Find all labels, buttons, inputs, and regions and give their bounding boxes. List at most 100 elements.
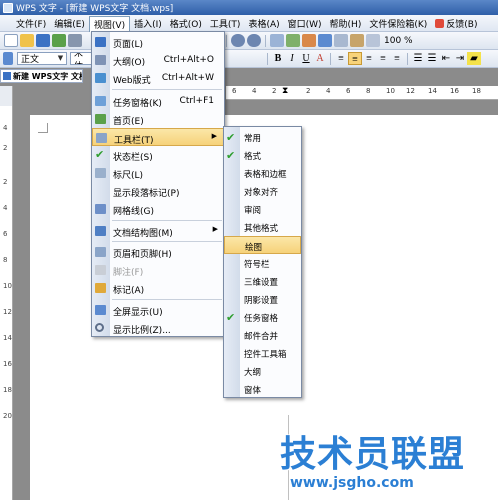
toolbar-option-other-formats[interactable]: 其他格式: [224, 218, 301, 236]
menu-view[interactable]: 视图(V): [88, 15, 131, 33]
menu-table[interactable]: 表格(A): [244, 16, 283, 31]
align-center-icon[interactable]: ≡: [362, 52, 376, 65]
toolbar-option-mail-merge[interactable]: 邮件合并: [224, 326, 301, 344]
menu-file[interactable]: 文件(F): [12, 16, 50, 31]
menu-bar: 文件(F) 编辑(E) 视图(V) 插入(I) 格式(O) 工具(T) 表格(A…: [0, 15, 498, 33]
view-menu-item-label: Web版式: [113, 76, 151, 86]
toolbar-option-review[interactable]: 审阅: [224, 200, 301, 218]
home-icon: [95, 114, 106, 124]
view-menu-item-label: 标尺(L): [113, 171, 144, 181]
ruler-number: 6: [3, 230, 8, 238]
increase-indent-icon[interactable]: ⇥: [453, 52, 467, 65]
font-color-icon[interactable]: A: [313, 52, 327, 65]
bold-button[interactable]: B: [271, 52, 285, 65]
menu-file-safe[interactable]: 文件保险箱(K): [365, 16, 431, 31]
menu-tools[interactable]: 工具(T): [206, 16, 245, 31]
view-menu-full-screen[interactable]: 全屏显示(U): [92, 301, 224, 319]
view-menu-header-footer[interactable]: 页眉和页脚(H): [92, 243, 224, 261]
align-right-icon[interactable]: ≡: [376, 52, 390, 65]
view-menu-ruler[interactable]: 标尺(L): [92, 164, 224, 182]
horizontal-ruler[interactable]: 6 4 2 ⧗ 2 4 6 8 10 12 14 16 18: [226, 86, 498, 100]
view-menu-home[interactable]: 首页(E): [92, 110, 224, 128]
highlight-icon[interactable]: ▰: [467, 52, 481, 65]
drawing-icon[interactable]: [350, 34, 364, 47]
title-bar: WPS 文字 - [新建 WPS文字 文档.wps]: [0, 0, 498, 15]
view-menu-web-layout[interactable]: Web版式 Ctrl+Alt+W: [92, 69, 224, 87]
redo-icon[interactable]: [247, 34, 261, 47]
distributed-align-icon[interactable]: ≡: [390, 52, 404, 65]
vertical-ruler[interactable]: 4 2 2 4 6 8 10 12 14 16 18 20: [0, 106, 13, 500]
outline-icon: [95, 55, 106, 65]
view-menu-markup[interactable]: 标记(A): [92, 279, 224, 297]
style-select-value: 正文: [21, 55, 40, 65]
view-menu-status-bar[interactable]: ✔ 状态栏(S): [92, 146, 224, 164]
ruler-number: 2: [3, 144, 8, 152]
font-select[interactable]: 宋体: [70, 52, 92, 65]
underline-button[interactable]: U: [299, 52, 313, 65]
toolbar-option-symbols[interactable]: 符号栏: [224, 254, 301, 272]
menu-help[interactable]: 帮助(H): [326, 16, 366, 31]
zoom-icon[interactable]: [366, 34, 380, 47]
ruler-number: 12: [3, 308, 12, 316]
toolbar-option-outline[interactable]: 大纲: [224, 362, 301, 380]
undo-icon[interactable]: [231, 34, 245, 47]
document-tab[interactable]: 新建 WPS文字 文档: [0, 69, 83, 83]
toolbar-option-label: 三维设置: [244, 278, 279, 288]
toolbar-option-shadow-settings[interactable]: 阴影设置: [224, 290, 301, 308]
styles-icon[interactable]: [3, 52, 13, 65]
menu-feedback-label: 反馈(B): [446, 19, 478, 30]
bullets-icon[interactable]: ☰: [425, 52, 439, 65]
new-document-icon[interactable]: [4, 34, 18, 47]
style-select[interactable]: 正文 ▼: [17, 52, 67, 65]
toolbar-option-object-align[interactable]: 对象对齐: [224, 182, 301, 200]
checkmark-icon: ✔: [226, 149, 236, 162]
menu-edit[interactable]: 编辑(E): [50, 16, 89, 31]
watermark-url: www.jsgho.com: [290, 475, 414, 491]
toolbar-option-forms[interactable]: 窗体: [224, 380, 301, 398]
indent-marker-icon[interactable]: ⧗: [282, 86, 288, 96]
toolbar-option-standard[interactable]: ✔ 常用: [224, 128, 301, 146]
toolbar-option-label: 常用: [244, 134, 262, 144]
view-menu-gridlines[interactable]: 网格线(G): [92, 200, 224, 218]
view-menu-document-map[interactable]: 文档结构图(M) ▶: [92, 222, 224, 240]
toolbar-option-formatting[interactable]: ✔ 格式: [224, 146, 301, 164]
toolbar-option-task-pane[interactable]: ✔ 任务窗格: [224, 308, 301, 326]
columns-icon[interactable]: [334, 34, 348, 47]
view-menu-task-pane[interactable]: 任务窗格(K) Ctrl+F1: [92, 92, 224, 110]
align-left-icon[interactable]: ≡: [334, 52, 348, 65]
italic-button[interactable]: I: [285, 52, 299, 65]
view-menu-page-layout[interactable]: 页面(L): [92, 33, 224, 51]
view-menu-footnotes[interactable]: 脚注(F): [92, 261, 224, 279]
view-menu-item-label: 大纲(O): [113, 58, 146, 68]
toolbar-option-3d-settings[interactable]: 三维设置: [224, 272, 301, 290]
ruler-corner[interactable]: [0, 86, 13, 106]
menu-insert[interactable]: 插入(I): [130, 16, 166, 31]
picture-icon[interactable]: [286, 34, 300, 47]
view-menu-zoom[interactable]: 显示比例(Z)...: [92, 319, 224, 337]
chart-icon[interactable]: [302, 34, 316, 47]
menu-format[interactable]: 格式(O): [166, 16, 206, 31]
save-icon[interactable]: [36, 34, 50, 47]
standard-toolbar: 100 %: [0, 32, 498, 50]
menu-window[interactable]: 窗口(W): [284, 16, 326, 31]
open-folder-icon[interactable]: [20, 34, 34, 47]
zoom-level[interactable]: 100 %: [384, 36, 413, 46]
toolbar-option-tables-borders[interactable]: 表格和边框: [224, 164, 301, 182]
toolbar-option-control-toolbox[interactable]: 控件工具箱: [224, 344, 301, 362]
toolbar-option-drawing[interactable]: 绘图: [224, 236, 301, 254]
footnote-icon: [95, 265, 106, 275]
export-icon[interactable]: [52, 34, 66, 47]
ruler-number: 10: [3, 282, 12, 290]
view-menu-toolbars[interactable]: 工具栏(T) ▶: [92, 128, 224, 146]
align-justify-icon[interactable]: ≡: [348, 52, 362, 65]
view-menu-outline[interactable]: 大纲(O) Ctrl+Alt+O: [92, 51, 224, 69]
menu-feedback[interactable]: 反馈(B): [431, 16, 481, 31]
numbering-icon[interactable]: ☰: [411, 52, 425, 65]
table-icon[interactable]: [270, 34, 284, 47]
decrease-indent-icon[interactable]: ⇤: [439, 52, 453, 65]
hyperlink-icon[interactable]: [318, 34, 332, 47]
toolbar-option-label: 其他格式: [244, 224, 279, 234]
print-icon[interactable]: [68, 34, 82, 47]
view-menu-paragraph-marks[interactable]: 显示段落标记(P): [92, 182, 224, 200]
toolbar-option-label: 控件工具箱: [244, 350, 287, 360]
